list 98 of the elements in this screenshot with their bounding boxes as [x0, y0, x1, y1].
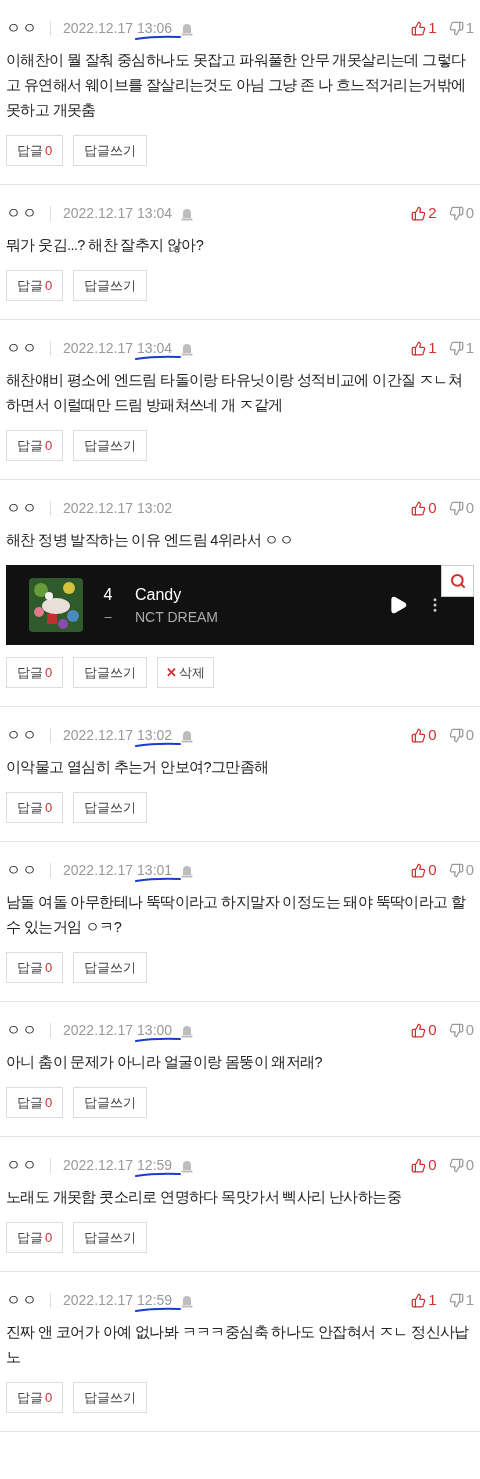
comment-date: 2022.12.17 — [63, 338, 134, 358]
author-name: ㅇㅇ — [6, 497, 38, 518]
write-reply-button[interactable]: 답글쓰기 — [73, 657, 148, 688]
search-icon — [449, 573, 466, 589]
author-name: ㅇㅇ — [6, 1289, 38, 1310]
thumbs-up-icon[interactable] — [411, 500, 427, 516]
author-name: ㅇㅇ — [6, 17, 38, 38]
dislike-count: 0 — [465, 1154, 474, 1175]
thumbs-down-icon[interactable] — [448, 20, 464, 36]
play-icon[interactable] — [388, 595, 408, 615]
song-title: Candy — [135, 584, 183, 605]
thumbs-down-icon[interactable] — [448, 1157, 464, 1173]
dislike-count: 0 — [465, 497, 474, 518]
write-reply-button[interactable]: 답글쓰기 — [73, 270, 148, 301]
like-count: 0 — [428, 1019, 437, 1040]
thumbs-up-icon[interactable] — [411, 1157, 427, 1173]
comment-time: 13:04 — [137, 340, 173, 356]
thumbs-down-icon[interactable] — [448, 1022, 464, 1038]
write-reply-button[interactable]: 답글쓰기 — [73, 1087, 148, 1118]
reply-count-button[interactable]: 답글 0 — [6, 657, 64, 688]
comment-date: 2022.12.17 — [63, 860, 134, 880]
comment-date: 2022.12.17 — [63, 203, 134, 223]
write-reply-button[interactable]: 답글쓰기 — [73, 1382, 148, 1413]
thumbs-up-icon[interactable] — [411, 1022, 427, 1038]
comment-text: 노래도 개못함 콧소리로 연명하다 목맛가서 삑사리 난사하는중 — [6, 1188, 402, 1207]
reply-count-button[interactable]: 답글 0 — [6, 792, 64, 823]
like-count: 0 — [428, 859, 437, 880]
comment-text: 남돌 여돌 아무한테나 뚝딱이라고 하지말자 이정도는 돼야 뚝딱이라고 할수 있는거임 ㅇㅋ? — [6, 893, 467, 937]
comment-text: 아니 춤이 문제가 아니라 얼굴이랑 몸뚱이 왜저래? — [6, 1053, 324, 1072]
reply-count-button[interactable]: 답글 0 — [6, 1222, 64, 1253]
dislike-count: 1 — [465, 337, 474, 358]
dislike-count: 1 — [465, 17, 474, 38]
reply-count-button[interactable]: 답글 0 — [6, 952, 64, 983]
author-name: ㅇㅇ — [6, 202, 38, 223]
like-count: 0 — [428, 497, 437, 518]
delete-button[interactable]: ✕삭제 — [157, 657, 215, 688]
comment-date: 2022.12.17 — [63, 1020, 134, 1040]
write-reply-button[interactable]: 답글쓰기 — [73, 792, 148, 823]
comment-date: 2022.12.17 — [63, 1290, 134, 1310]
comment-time: 13:00 — [137, 1022, 173, 1038]
comment-text: 뭐가 웃김...? 해찬 잘추지 않아? — [6, 236, 205, 255]
write-reply-button[interactable]: 답글쓰기 — [73, 135, 148, 166]
thumbs-down-icon[interactable] — [448, 500, 464, 516]
author-name: ㅇㅇ — [6, 1019, 38, 1040]
comment-date: 2022.12.17 — [63, 725, 134, 745]
thumbs-up-icon[interactable] — [411, 1292, 427, 1308]
chart-rank: 4 — [103, 585, 113, 606]
comment-date: 2022.12.17 — [63, 498, 134, 518]
comment-date: 2022.12.17 — [63, 18, 134, 38]
comment-time: 12:59 — [137, 1292, 173, 1308]
reply-count-button[interactable]: 답글 0 — [6, 270, 64, 301]
like-count: 0 — [428, 1154, 437, 1175]
thumbs-down-icon[interactable] — [448, 862, 464, 878]
reply-count-button[interactable]: 답글 0 — [6, 430, 64, 461]
comment-time: 13:06 — [137, 20, 173, 36]
comment-time: 13:02 — [137, 727, 173, 743]
comment-date: 2022.12.17 — [63, 1155, 134, 1175]
thumbs-up-icon[interactable] — [411, 205, 427, 221]
rank-change: – — [104, 608, 112, 627]
comment-text: 진짜 앤 코어가 아예 없나봐 ㅋㅋㅋ중심축 하나도 안잡혀서 ㅈㄴ 정신사납노 — [6, 1323, 470, 1367]
thumbs-up-icon[interactable] — [411, 727, 427, 743]
dislike-count: 0 — [465, 724, 474, 745]
reply-count-button[interactable]: 답글 0 — [6, 1087, 64, 1118]
dislike-count: 1 — [465, 1289, 474, 1310]
like-count: 0 — [428, 724, 437, 745]
dislike-count: 0 — [465, 202, 474, 223]
write-reply-button[interactable]: 답글쓰기 — [73, 430, 148, 461]
thumbs-up-icon[interactable] — [411, 340, 427, 356]
thumbs-up-icon[interactable] — [411, 862, 427, 878]
artist-name: NCT DREAM — [135, 607, 218, 627]
author-name: ㅇㅇ — [6, 337, 38, 358]
like-count: 1 — [428, 337, 437, 358]
comment-time: 13:02 — [137, 500, 173, 516]
write-reply-button[interactable]: 답글쓰기 — [73, 952, 148, 983]
author-name: ㅇㅇ — [6, 1154, 38, 1175]
dislike-count: 0 — [465, 1019, 474, 1040]
thumbs-up-icon[interactable] — [411, 20, 427, 36]
comment-time: 13:04 — [137, 205, 173, 221]
thumbs-down-icon[interactable] — [448, 340, 464, 356]
thumbs-down-icon[interactable] — [448, 727, 464, 743]
author-name: ㅇㅇ — [6, 859, 38, 880]
comment-text: 이악물고 열심히 추는거 안보여?그만좀해 — [6, 758, 270, 777]
like-count: 2 — [428, 202, 437, 223]
comment-text: 해찬 정병 발작하는 이유 엔드림 4위라서 ㅇㅇ — [6, 531, 295, 550]
author-name: ㅇㅇ — [6, 724, 38, 745]
comment-time: 13:01 — [137, 862, 173, 878]
search-button[interactable] — [441, 565, 474, 597]
reply-count-button[interactable]: 답글 0 — [6, 135, 64, 166]
comment-text: 이해찬이 뭘 잘춰 중심하나도 못잡고 파워풀한 안무 개못살리는데 그렇다고 유연해서 웨이브를 잘살리는것도 아님 그냥 존 나 흐느적거리는거밖에 못하고 개못춤 — [6, 51, 467, 120]
reply-count-button[interactable]: 답글 0 — [6, 1382, 64, 1413]
comment-text: 해찬얘비 평소에 엔드림 타돌이랑 타유닛이랑 성적비교에 이간질 ㅈㄴ쳐하면서 이럴때만 드림 방패쳐쓰네 개 ㅈ같게 — [6, 371, 463, 415]
comment-time: 12:59 — [137, 1157, 173, 1173]
write-reply-button[interactable]: 답글쓰기 — [73, 1222, 148, 1253]
thumbs-down-icon[interactable] — [448, 205, 464, 221]
like-count: 1 — [428, 1289, 437, 1310]
thumbs-down-icon[interactable] — [448, 1292, 464, 1308]
like-count: 1 — [428, 17, 437, 38]
dislike-count: 0 — [465, 859, 474, 880]
